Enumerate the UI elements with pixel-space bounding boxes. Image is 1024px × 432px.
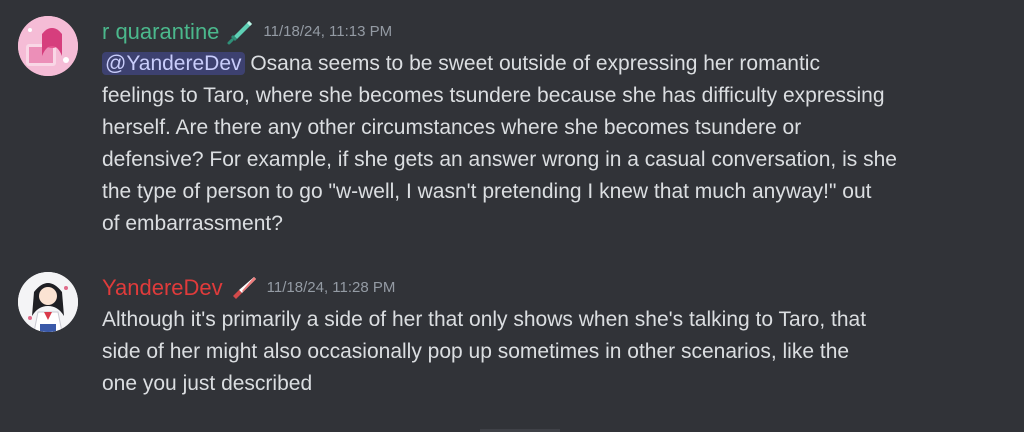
message-item: YandereDev 11/18/24, 11:28 PM Although i…	[0, 258, 1024, 432]
username[interactable]: YandereDev	[102, 272, 223, 304]
username[interactable]: r quarantine	[102, 16, 219, 48]
avatar-image	[18, 16, 78, 76]
timestamp[interactable]: 11/18/24, 11:28 PM	[267, 272, 396, 304]
message-content: @YandereDev Osana seems to be sweet outs…	[102, 48, 982, 240]
knife-icon	[229, 273, 259, 303]
message-header: YandereDev 11/18/24, 11:28 PM	[102, 272, 395, 304]
user-mention[interactable]: @YandereDev	[102, 52, 245, 75]
avatar[interactable]	[18, 16, 78, 76]
message-text: Although it's primarily a side of her th…	[102, 308, 867, 395]
sword-icon	[225, 17, 255, 47]
message-content: Although it's primarily a side of her th…	[102, 304, 982, 400]
avatar-image	[18, 272, 78, 332]
message-header: r quarantine 11/18/24, 11:13 PM	[102, 16, 392, 48]
message-item: r quarantine 11/18/24, 11:13 PM @Yandere…	[0, 0, 1024, 250]
chat-message-list: r quarantine 11/18/24, 11:13 PM @Yandere…	[0, 0, 1024, 432]
avatar[interactable]	[18, 272, 78, 332]
message-text: Osana seems to be sweet outside of expre…	[102, 52, 897, 235]
timestamp[interactable]: 11/18/24, 11:13 PM	[263, 16, 392, 48]
